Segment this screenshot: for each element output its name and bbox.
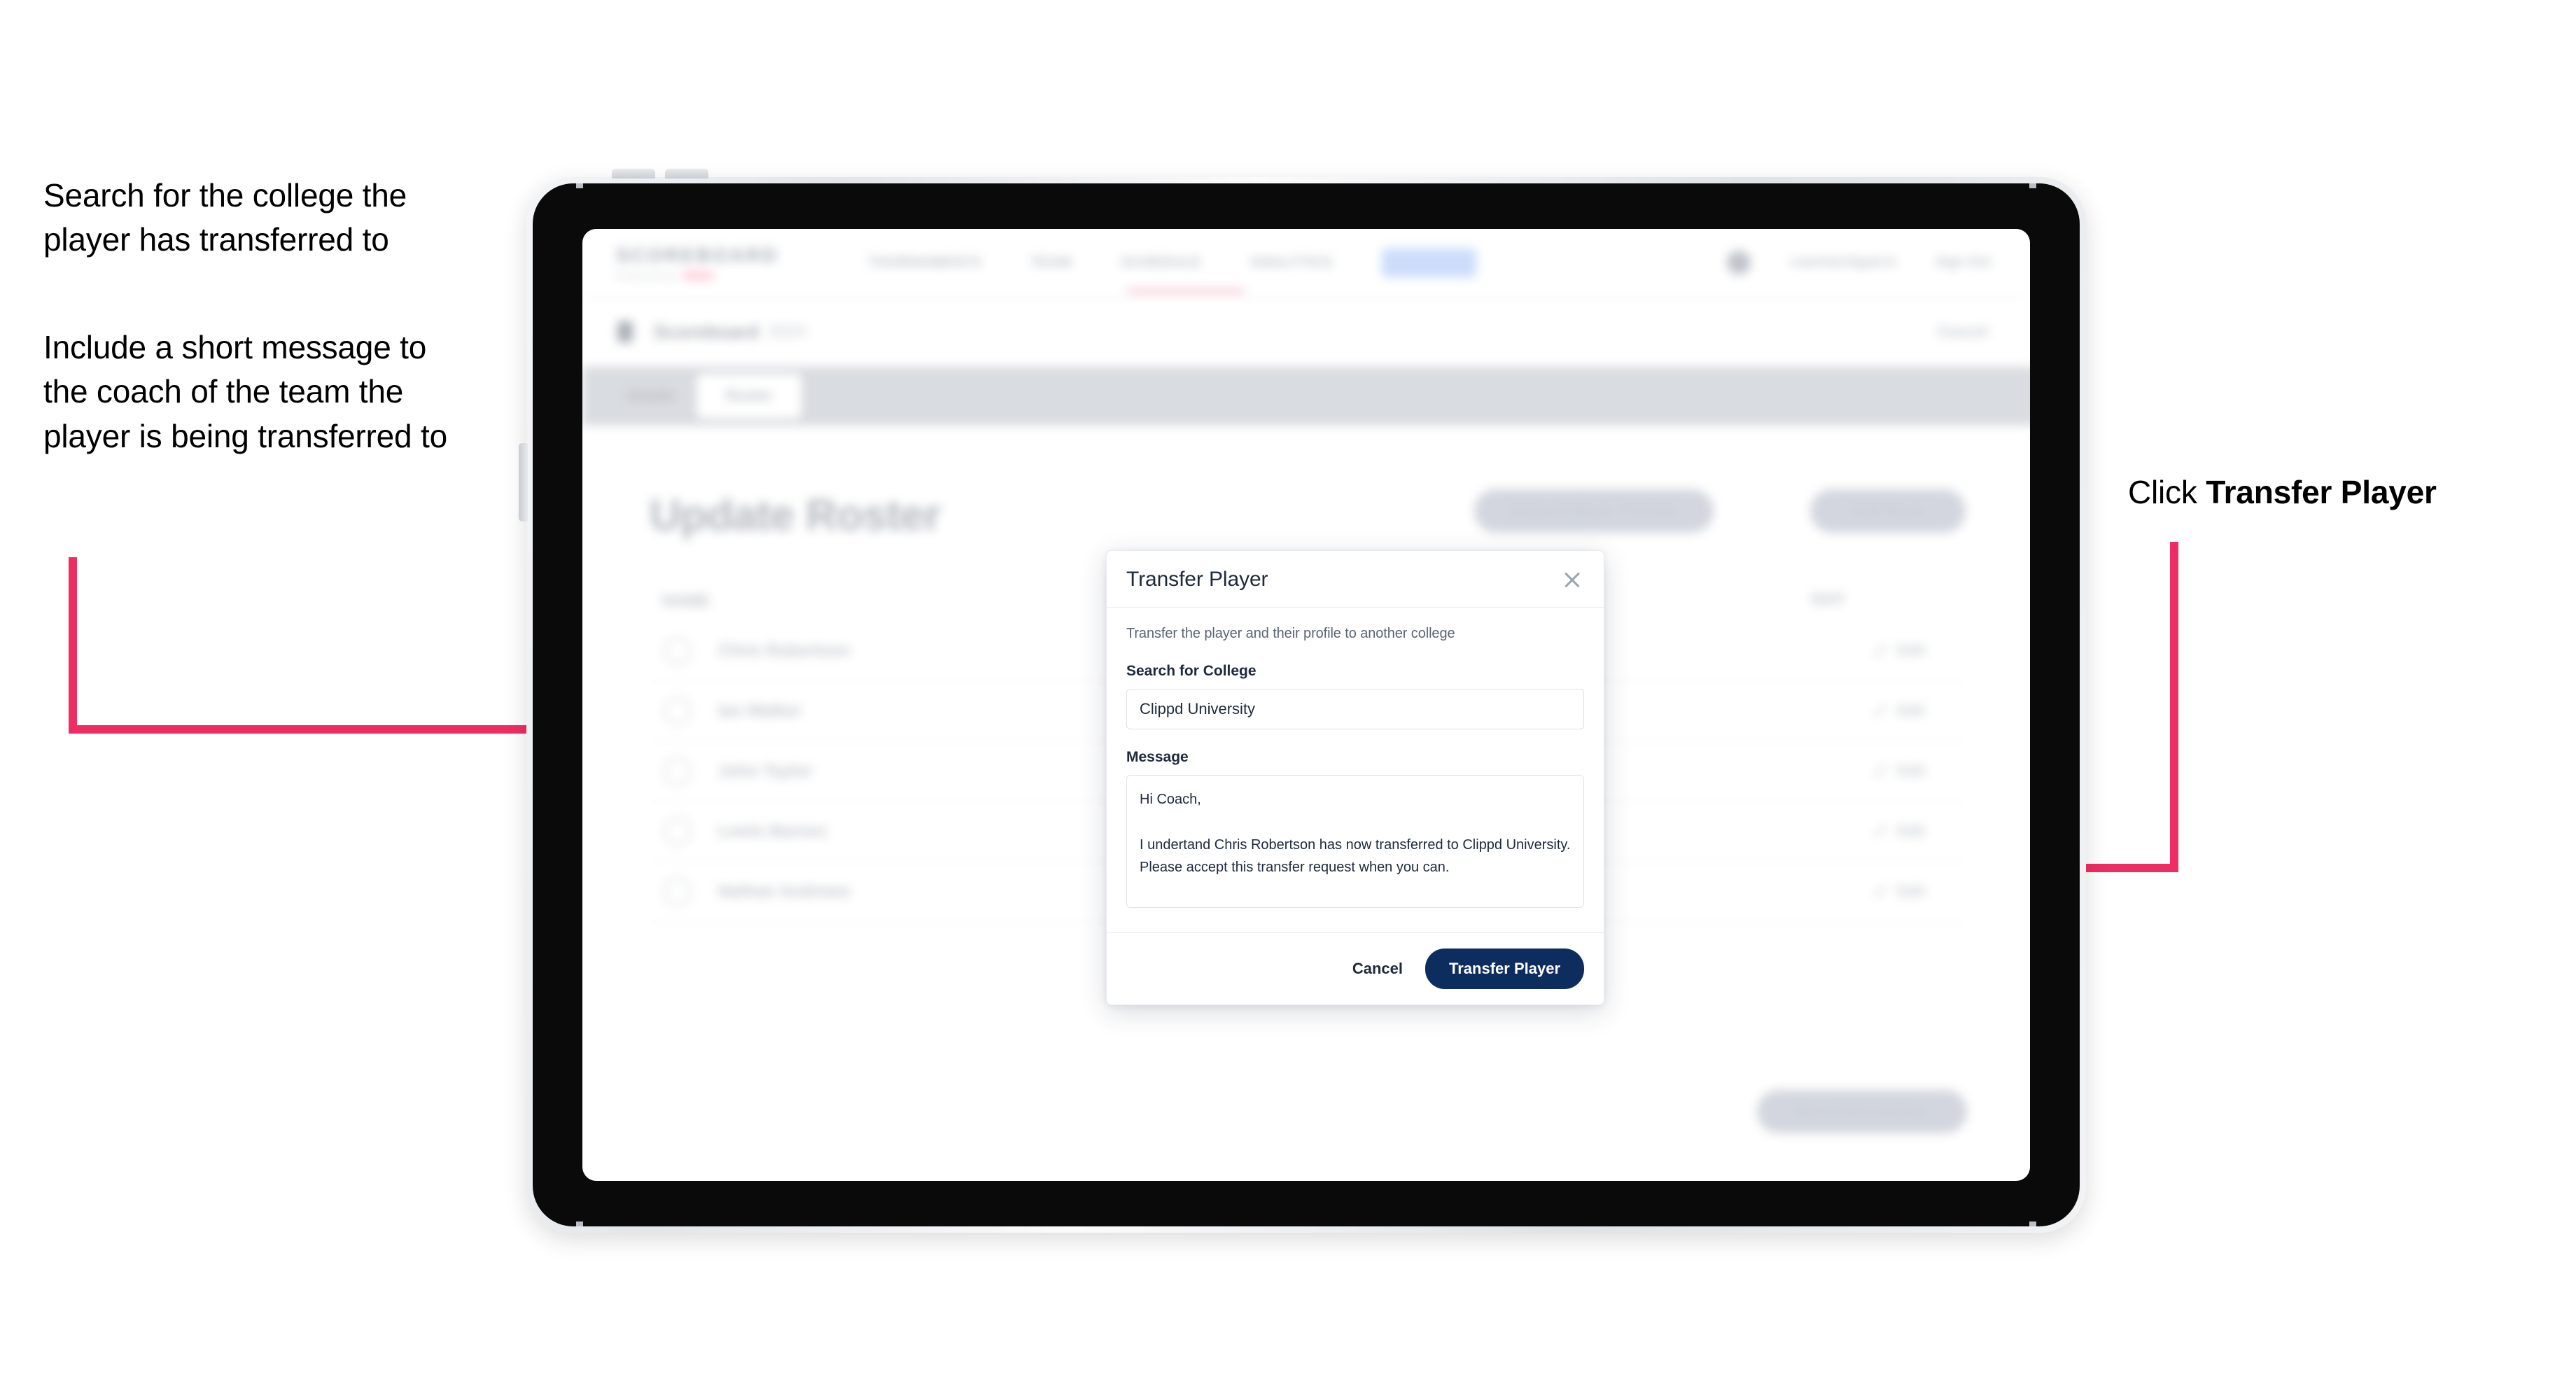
transfer-player-button[interactable]: Transfer Player bbox=[1425, 948, 1584, 989]
brand-badge bbox=[682, 271, 713, 280]
row-edit-action[interactable]: Edit bbox=[1873, 643, 1925, 659]
player-name: John Taylor bbox=[718, 761, 813, 780]
volume-up-button[interactable] bbox=[612, 169, 655, 178]
primary-nav: TOURNAMENTS TEAM SCHEDULE ANALYTICS ROST… bbox=[868, 248, 1477, 277]
row-edit-action[interactable]: Edit bbox=[1873, 703, 1925, 720]
search-college-input[interactable] bbox=[1126, 689, 1584, 729]
annotation-search-college: Search for the college the player has tr… bbox=[43, 177, 407, 258]
volume-down-button[interactable] bbox=[665, 169, 708, 178]
page-title: Update Roster bbox=[650, 491, 941, 540]
screenshot-canvas: Search for the college the player has tr… bbox=[0, 0, 2576, 1386]
bezel-seam bbox=[576, 1222, 583, 1226]
row-edit-label: Edit bbox=[1897, 702, 1925, 719]
modal-title: Transfer Player bbox=[1126, 568, 1268, 591]
modal-body: Transfer the player and their profile to… bbox=[1107, 608, 1604, 932]
bezel-seam bbox=[2029, 1222, 2036, 1226]
add-player-button[interactable]: Add Player bbox=[1810, 489, 1966, 533]
bezel-seam bbox=[2029, 183, 2036, 188]
topbar-right-group: coach@clippd.io Sign Out bbox=[1727, 251, 1991, 274]
app-top-navbar: SCOREBOARD Powered by TOURNAMENTS TEAM S… bbox=[582, 229, 2030, 298]
modal-footer: Cancel Transfer Player bbox=[1107, 932, 1604, 1004]
avatar[interactable] bbox=[1727, 251, 1751, 274]
annotation-click-bold: Transfer Player bbox=[2206, 474, 2437, 510]
message-textarea[interactable] bbox=[1126, 775, 1584, 908]
row-checkbox[interactable] bbox=[664, 817, 692, 846]
player-name: Nathan Andrews bbox=[718, 881, 850, 901]
save-and-continue-button[interactable]: Save And Continue bbox=[1757, 1090, 1967, 1133]
cancel-button[interactable]: Cancel bbox=[1350, 954, 1406, 983]
power-button[interactable] bbox=[519, 443, 528, 522]
row-edit-label: Edit bbox=[1897, 642, 1925, 659]
row-checkbox[interactable] bbox=[664, 696, 692, 725]
row-edit-action[interactable]: Edit bbox=[1873, 823, 1925, 840]
transfer-player-modal: Transfer Player Transfer the player and … bbox=[1106, 550, 1604, 1005]
player-name: Lewis Barnes bbox=[718, 821, 827, 841]
nav-item-schedule[interactable]: SCHEDULE bbox=[1121, 255, 1201, 271]
row-edit-label: Edit bbox=[1897, 822, 1925, 839]
nav-item-roster-active[interactable]: ROSTER bbox=[1381, 248, 1477, 277]
roster-col-edit: EDIT bbox=[1812, 592, 1845, 608]
row-checkbox[interactable] bbox=[664, 757, 692, 785]
row-edit-action[interactable]: Edit bbox=[1873, 763, 1925, 780]
nav-item-tournaments[interactable]: TOURNAMENTS bbox=[868, 255, 981, 271]
roster-col-name: NAME bbox=[662, 592, 710, 610]
row-edit-label: Edit bbox=[1897, 762, 1925, 779]
nav-active-underline bbox=[1127, 289, 1245, 293]
row-checkbox[interactable] bbox=[664, 636, 692, 665]
app-sub-header: Scoreboard 2024 Cancel bbox=[582, 298, 2030, 367]
nav-item-analytics[interactable]: ANALYTICS bbox=[1250, 255, 1333, 271]
subheader-title: Scoreboard bbox=[654, 321, 760, 342]
row-checkbox[interactable] bbox=[664, 877, 692, 906]
annotation-include-message: Include a short message to the coach of … bbox=[43, 329, 447, 454]
modal-description: Transfer the player and their profile to… bbox=[1126, 626, 1455, 641]
pencil-icon bbox=[1873, 824, 1888, 839]
annotation-click-transfer: Click Transfer Player bbox=[2128, 470, 2562, 514]
nav-item-team[interactable]: TEAM bbox=[1030, 255, 1072, 271]
pencil-icon bbox=[1873, 764, 1888, 778]
scoreboard-icon bbox=[617, 321, 633, 342]
subheader-subtitle: 2024 bbox=[769, 322, 806, 341]
pencil-icon bbox=[1873, 884, 1888, 899]
college-field-label: Search for College bbox=[1126, 663, 1256, 679]
tab-details[interactable]: Details bbox=[606, 388, 696, 405]
tab-roster[interactable]: Roster bbox=[696, 374, 802, 419]
brand-logo[interactable]: SCOREBOARD Powered by bbox=[616, 244, 779, 281]
tablet-screen: SCOREBOARD Powered by TOURNAMENTS TEAM S… bbox=[582, 229, 2030, 1181]
brand-powered-by: Powered by bbox=[616, 270, 676, 281]
app-tab-bar: Details Roster bbox=[582, 367, 2030, 426]
tablet-device: SCOREBOARD Powered by TOURNAMENTS TEAM S… bbox=[519, 169, 2086, 1233]
row-edit-action[interactable]: Edit bbox=[1873, 883, 1925, 900]
message-field-label: Message bbox=[1126, 749, 1189, 765]
request-player-transfer-button[interactable]: Request Player Transfer bbox=[1474, 489, 1714, 533]
player-name: Chris Robertson bbox=[718, 640, 850, 660]
pencil-icon bbox=[1873, 704, 1888, 718]
player-name: Ian Walker bbox=[718, 701, 802, 720]
brand-wordmark: SCOREBOARD bbox=[616, 244, 779, 266]
annotation-click-prefix: Click bbox=[2128, 474, 2206, 510]
sign-out-link[interactable]: Sign Out bbox=[1935, 255, 1991, 270]
account-email: coach@clippd.io bbox=[1790, 255, 1896, 270]
subheader-cancel-link[interactable]: Cancel bbox=[1938, 323, 1988, 341]
pencil-icon bbox=[1873, 643, 1888, 658]
close-icon[interactable] bbox=[1560, 568, 1584, 592]
bezel-seam bbox=[576, 183, 583, 188]
row-edit-label: Edit bbox=[1897, 883, 1925, 899]
brand-subline: Powered by bbox=[616, 270, 756, 281]
modal-header: Transfer Player bbox=[1107, 551, 1604, 608]
